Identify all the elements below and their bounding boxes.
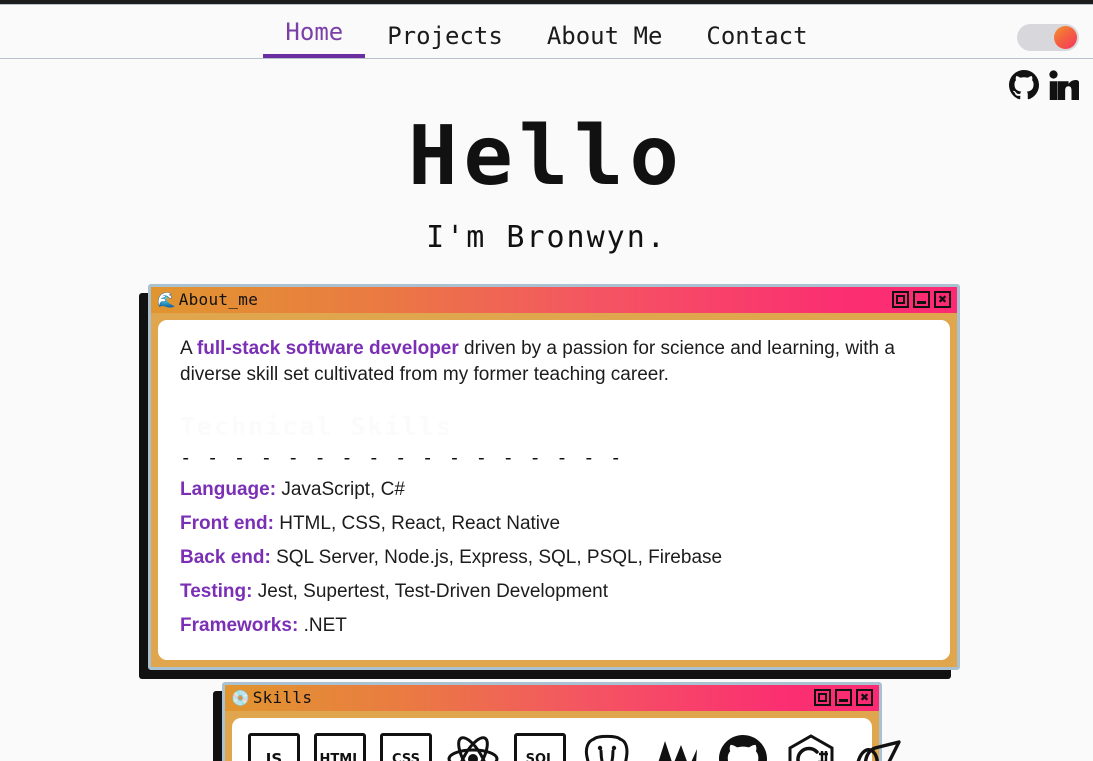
skill-row-testing: Testing: Jest, Supertest, Test-Driven De…: [180, 580, 928, 604]
sql-badge: SQL: [514, 733, 566, 761]
nav-item-projects[interactable]: Projects: [365, 14, 525, 58]
optical-disc-icon: 💿: [231, 688, 250, 707]
social-links: [1009, 70, 1079, 100]
skills-window-controls: ✖: [814, 689, 873, 706]
theme-toggle[interactable]: [1017, 24, 1079, 51]
intro-highlight: full-stack software developer: [196, 338, 459, 359]
nav-item-about-me[interactable]: About Me: [525, 14, 685, 58]
skill-row-language: Language: JavaScript, C#: [180, 478, 928, 502]
skill-row-front-end: Front end: HTML, CSS, React, React Nativ…: [180, 512, 928, 536]
about-window-titlebar[interactable]: 🌊 About_me ✖: [151, 287, 957, 313]
maximize-button[interactable]: [814, 689, 831, 706]
csharp-icon: [784, 732, 838, 761]
about-window-frame: A full-stack software developer driven b…: [151, 313, 957, 667]
skills-window-titlebar[interactable]: 💿 Skills ✖: [225, 685, 879, 711]
close-button[interactable]: ✖: [856, 689, 873, 706]
hero-section: Hello I'm Bronwyn.: [0, 112, 1093, 256]
skill-value: SQL Server, Node.js, Express, SQL, PSQL,…: [276, 547, 723, 568]
skill-value: JavaScript, C#: [281, 479, 405, 500]
wave-emoji-icon: 🌊: [157, 290, 176, 309]
dotnet-icon: [852, 732, 906, 761]
react-icon: [446, 732, 500, 761]
skill-label: Frameworks:: [180, 615, 299, 636]
skills-window: 💿 Skills ✖ JS HTML CSS SQL: [222, 682, 901, 761]
theme-toggle-knob: [1054, 26, 1077, 49]
skill-row-back-end: Back end: SQL Server, Node.js, Express, …: [180, 546, 928, 570]
css-badge: CSS: [380, 733, 432, 761]
skill-label: Testing:: [180, 581, 253, 602]
about-window-content: A full-stack software developer driven b…: [158, 320, 950, 660]
main-navigation: Home Projects About Me Contact: [0, 4, 1093, 59]
nav-item-contact[interactable]: Contact: [684, 14, 829, 58]
maximize-button[interactable]: [892, 291, 909, 308]
skill-label: Language:: [180, 479, 277, 500]
hero-subtitle: I'm Bronwyn.: [426, 220, 667, 255]
skill-label: Front end:: [180, 513, 274, 534]
skill-value: HTML, CSS, React, React Native: [279, 513, 561, 534]
page-title: Hello: [408, 109, 685, 204]
github-icon[interactable]: [1009, 70, 1039, 100]
html-badge: HTML: [314, 733, 366, 761]
about-window-controls: ✖: [892, 291, 951, 308]
nav-item-home[interactable]: Home: [263, 10, 366, 58]
skills-window-frame: JS HTML CSS SQL: [225, 711, 901, 761]
nav-links: Home Projects About Me Contact: [263, 5, 829, 58]
minimize-button[interactable]: [913, 291, 930, 308]
skill-value: .NET: [303, 615, 347, 636]
skill-value: Jest, Supertest, Test-Driven Development: [257, 581, 609, 602]
tech-icon-row: JS HTML CSS SQL: [248, 732, 901, 761]
javascript-badge: JS: [248, 733, 300, 761]
intro-before: A: [180, 338, 197, 359]
github-icon: [716, 732, 770, 761]
skills-window-content: JS HTML CSS SQL: [232, 718, 901, 761]
about-me-window: 🌊 About_me ✖ A full-stack software devel…: [148, 284, 960, 670]
jest-icon: [648, 732, 702, 761]
linkedin-icon[interactable]: [1049, 70, 1079, 100]
technical-skills-heading: Technical Skills: [180, 412, 453, 441]
about-window-title: About_me: [178, 290, 259, 309]
skill-label: Back end:: [180, 547, 271, 568]
minimize-button[interactable]: [835, 689, 852, 706]
skill-row-frameworks: Frameworks: .NET: [180, 614, 928, 638]
skills-window-title: Skills: [252, 688, 313, 707]
about-intro-paragraph: A full-stack software developer driven b…: [180, 336, 928, 388]
close-button[interactable]: ✖: [934, 291, 951, 308]
section-divider: - - - - - - - - - - - - - - - - -: [180, 448, 624, 468]
postgresql-icon: [580, 732, 634, 761]
